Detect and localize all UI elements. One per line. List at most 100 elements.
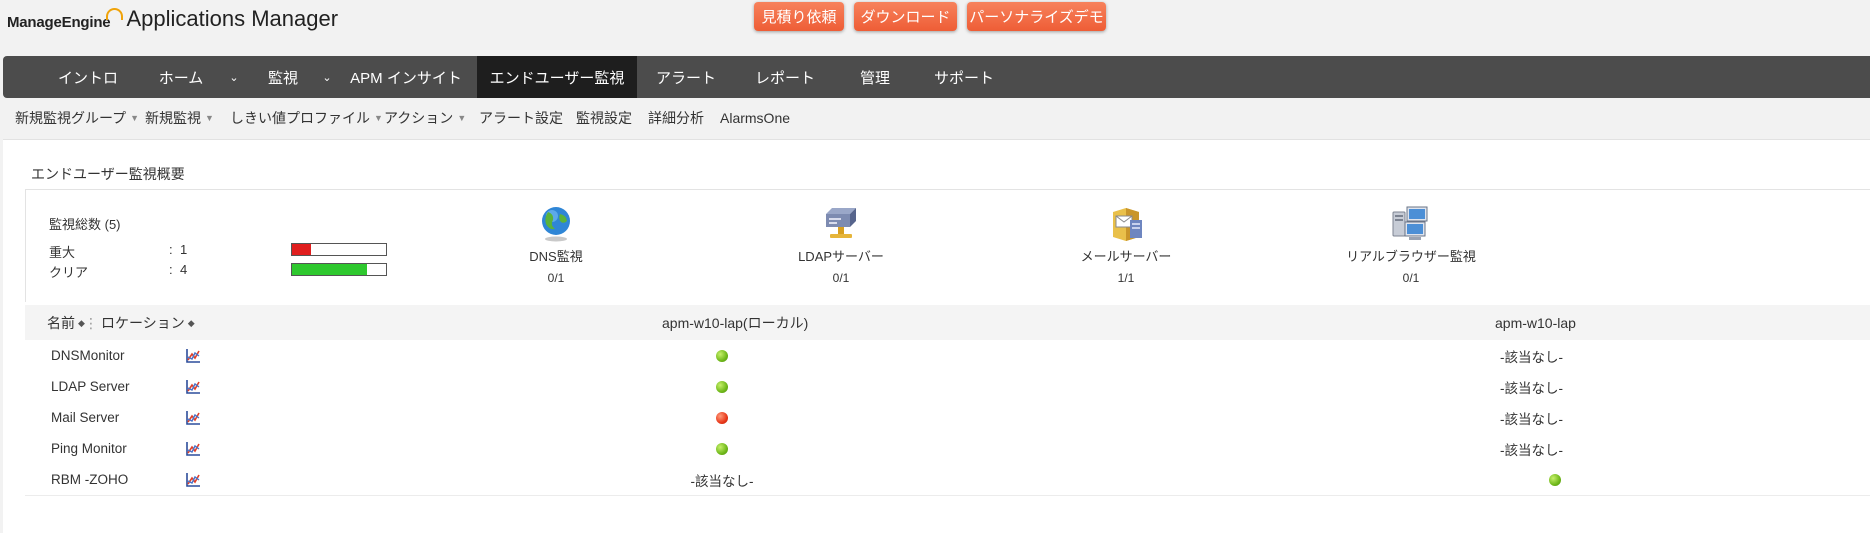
trend-chart-icon[interactable] — [185, 402, 201, 433]
subnav-label: しきい値プロファイル — [230, 110, 370, 126]
monitor-type-label: メールサーバー — [1080, 249, 1172, 264]
clear-bar-fill — [292, 264, 368, 275]
colon: : — [169, 242, 173, 257]
status-indicator-icon[interactable] — [716, 340, 728, 371]
monitor-type-count: 0/1 — [832, 271, 850, 285]
subnav-alarm-settings[interactable]: アラート設定 — [479, 100, 563, 136]
nav-alarms[interactable]: アラート — [644, 56, 728, 98]
top-header: ManageEngine Applications Manager 見積り依頼 … — [0, 0, 1870, 52]
subnav-label: 新規監視 — [145, 110, 201, 126]
app-logo[interactable]: ManageEngine Applications Manager — [7, 6, 338, 32]
nav-support[interactable]: サポート — [922, 56, 1006, 98]
caret-down-icon: ▼ — [457, 113, 467, 123]
monitor-type-count: 0/1 — [1402, 271, 1420, 285]
table-row: RBM -ZOHO -該当なし- — [25, 464, 1870, 496]
not-applicable-text: -該当なし- — [1500, 411, 1563, 427]
table-row: Mail Server -該当なし- — [25, 402, 1870, 434]
col-location[interactable]: ⋮ ロケーション ◆ — [84, 305, 195, 341]
summary-status: 監視総数 (5) 重大 : 1 クリア : 4 — [26, 190, 466, 302]
content-panel: エンドユーザー監視概要 監視総数 (5) 重大 : 1 クリア : 4 DNS監… — [3, 139, 1870, 533]
nav-end-user-monitoring[interactable]: エンドユーザー監視 — [477, 56, 637, 98]
nav-apm-insight[interactable]: APM インサイト — [345, 56, 467, 98]
nav-intro[interactable]: イントロ — [40, 56, 136, 98]
section-title: エンドユーザー監視概要 — [31, 166, 185, 182]
col-name[interactable]: 名前 ◆ — [47, 305, 85, 341]
monitor-name-link[interactable]: DNSMonitor — [51, 340, 125, 371]
monitor-type-count: 0/1 — [547, 271, 565, 285]
caret-down-icon: ▼ — [205, 113, 214, 123]
not-applicable-text: -該当なし- — [690, 473, 754, 489]
mail-server-icon — [1106, 204, 1146, 242]
clear-count: 4 — [180, 262, 188, 277]
summary-box: 監視総数 (5) 重大 : 1 クリア : 4 DNS監視 0/1 LDAPサー… — [25, 189, 1870, 302]
not-applicable-text: -該当なし- — [1500, 442, 1563, 458]
col-name-label: 名前 — [47, 315, 75, 331]
trend-chart-icon[interactable] — [185, 433, 201, 464]
table-header: 名前 ◆ ⋮ ロケーション ◆ apm-w10-lap(ローカル) apm-w1… — [25, 305, 1870, 341]
trend-chart-icon[interactable] — [185, 340, 201, 371]
nav-monitors[interactable]: 監視 — [248, 56, 318, 98]
not-applicable-text: -該当なし- — [1500, 349, 1563, 365]
colon: : — [169, 262, 173, 277]
nav-admin[interactable]: 管理 — [842, 56, 908, 98]
monitor-type-label: リアルブラウザー監視 — [1346, 249, 1476, 264]
critical-row[interactable]: 重大 : 1 — [49, 242, 187, 261]
subnav-label: 新規監視グループ — [15, 110, 127, 126]
critical-bar-fill — [292, 244, 311, 255]
status-indicator-icon[interactable] — [716, 433, 728, 464]
monitor-type-real-browser[interactable]: リアルブラウザー監視 0/1 — [1301, 204, 1521, 285]
not-applicable-text: -該当なし- — [1500, 380, 1563, 396]
monitor-name-link[interactable]: Mail Server — [51, 402, 119, 433]
status-indicator-icon[interactable] — [716, 371, 728, 402]
monitor-type-label: DNS監視 — [529, 249, 583, 264]
logo-product: Applications Manager — [126, 6, 339, 31]
trend-chart-icon[interactable] — [185, 371, 201, 402]
monitor-type-mail-server[interactable]: メールサーバー 1/1 — [1016, 204, 1236, 285]
subnav-new-monitor[interactable]: 新規監視 ▼ — [145, 100, 214, 136]
sort-icon[interactable]: ◆ — [188, 318, 195, 329]
globe-icon — [536, 204, 576, 242]
status-indicator-icon[interactable] — [1549, 464, 1561, 495]
server-icon — [821, 204, 861, 242]
quote-request-button[interactable]: 見積り依頼 — [754, 2, 844, 31]
chevron-down-icon[interactable]: ⌄ — [223, 56, 245, 98]
caret-down-icon: ▼ — [130, 113, 140, 123]
download-button[interactable]: ダウンロード — [854, 2, 957, 31]
clear-row[interactable]: クリア : 4 — [49, 262, 187, 281]
subnav-new-monitor-group[interactable]: 新規監視グループ ▼ — [15, 100, 139, 136]
subnav-alarmsone[interactable]: AlarmsOne — [720, 100, 790, 136]
total-monitors-title[interactable]: 監視総数 (5) — [49, 214, 121, 233]
monitor-types: DNS監視 0/1 LDAPサーバー 0/1 メールサーバー 1/1 リアルブラ… — [466, 190, 1870, 302]
subnav-label: アクション — [384, 110, 454, 126]
logo-arc-icon — [106, 8, 124, 20]
table-row: Ping Monitor -該当なし- — [25, 433, 1870, 465]
status-indicator-icon[interactable] — [716, 402, 728, 433]
chevron-down-icon[interactable]: ⌄ — [316, 56, 338, 98]
subnav-threshold-profile[interactable]: しきい値プロファイル ▼ — [230, 100, 383, 136]
main-nav: イントロ ホーム ⌄ 監視 ⌄ APM インサイト エンドユーザー監視 アラート… — [3, 56, 1870, 98]
monitor-type-label: LDAPサーバー — [798, 249, 884, 264]
monitor-type-ldap[interactable]: LDAPサーバー 0/1 — [731, 204, 951, 285]
sub-nav: 新規監視グループ ▼ 新規監視 ▼ しきい値プロファイル ▼ アクション ▼ アラート設… — [0, 100, 1870, 136]
caret-down-icon: ▼ — [374, 113, 383, 123]
clear-bar — [291, 263, 387, 276]
col-location-remote[interactable]: apm-w10-lap — [1495, 305, 1576, 341]
monitor-type-count: 1/1 — [1117, 271, 1135, 285]
monitor-name-link[interactable]: RBM -ZOHO — [51, 464, 128, 495]
logo-brand: ManageEngine — [7, 14, 111, 31]
nav-home[interactable]: ホーム — [138, 56, 224, 98]
monitor-type-dns[interactable]: DNS監視 0/1 — [446, 204, 666, 285]
personalized-demo-button[interactable]: パーソナライズデモ — [967, 2, 1106, 31]
col-location-local[interactable]: apm-w10-lap(ローカル) — [662, 305, 808, 341]
monitor-name-link[interactable]: LDAP Server — [51, 371, 130, 402]
critical-label: 重大 — [49, 245, 76, 260]
col-location-label: ロケーション — [101, 315, 185, 331]
table-row: LDAP Server -該当なし- — [25, 371, 1870, 403]
subnav-actions[interactable]: アクション ▼ — [384, 100, 466, 136]
critical-count: 1 — [180, 242, 188, 257]
nav-reports[interactable]: レポート — [743, 56, 827, 98]
monitor-name-link[interactable]: Ping Monitor — [51, 433, 127, 464]
subnav-detailed-analysis[interactable]: 詳細分析 — [648, 100, 704, 136]
trend-chart-icon[interactable] — [185, 464, 201, 495]
subnav-monitor-settings[interactable]: 監視設定 — [576, 100, 632, 136]
